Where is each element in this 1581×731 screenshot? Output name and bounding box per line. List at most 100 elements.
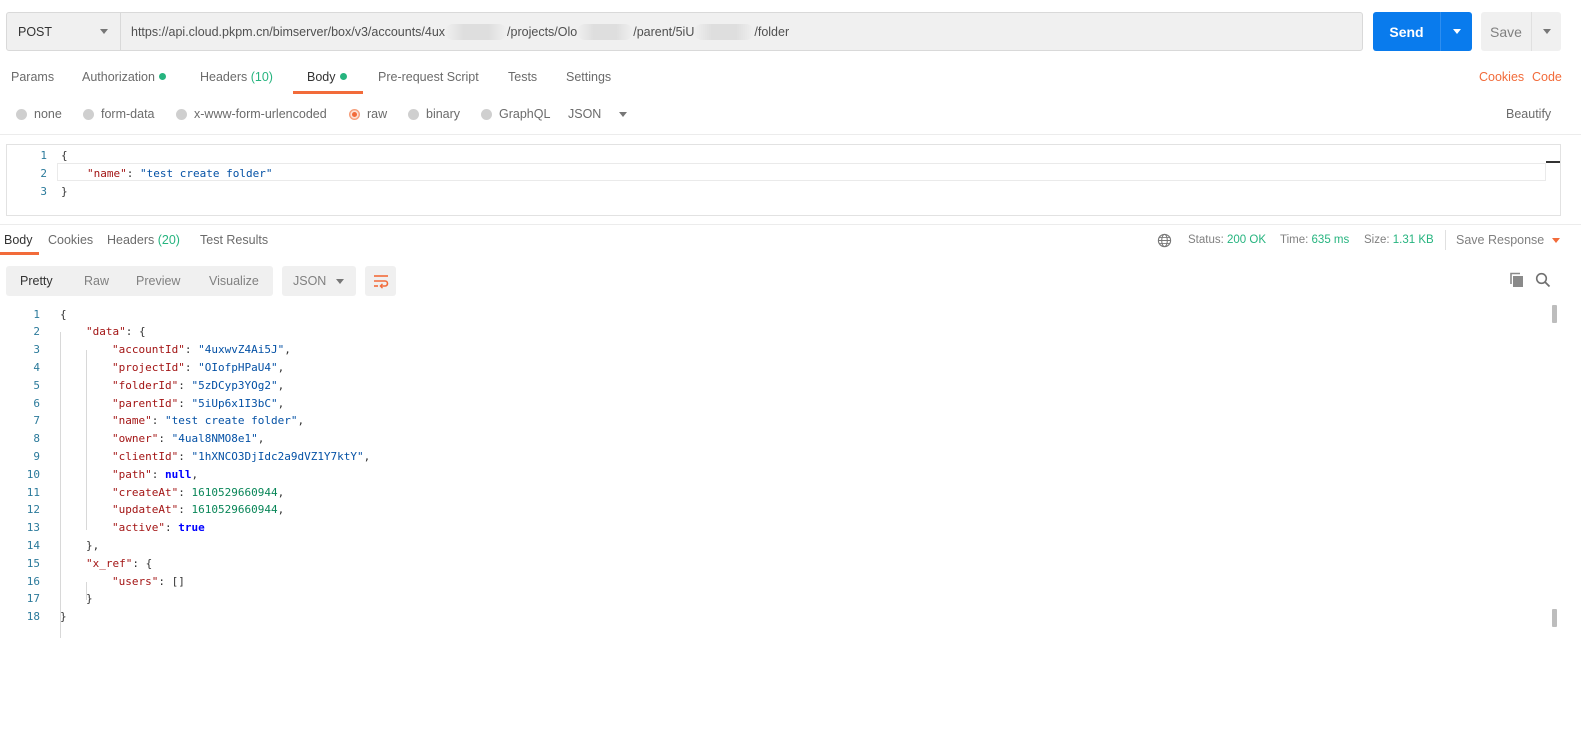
code-line: 14}, bbox=[0, 536, 100, 554]
resp-tab-body[interactable]: Body bbox=[4, 233, 33, 247]
copy-icon[interactable] bbox=[1509, 272, 1525, 291]
tab-settings[interactable]: Settings bbox=[566, 70, 611, 84]
size-value: 1.31 KB bbox=[1392, 234, 1434, 246]
chevron-down-icon bbox=[336, 278, 344, 284]
json-punct: } bbox=[86, 592, 93, 606]
response-language-select[interactable]: JSON bbox=[282, 266, 356, 296]
json-punct: : { bbox=[132, 556, 153, 570]
resp-tab-test-results[interactable]: Test Results bbox=[200, 233, 268, 247]
code-line: 12 "updateAt": 1610529660944, bbox=[0, 501, 284, 519]
resp-tab-cookies[interactable]: Cookies bbox=[48, 233, 93, 247]
format-preview[interactable]: Preview bbox=[136, 274, 180, 288]
radio-graphql[interactable]: GraphQL bbox=[481, 107, 550, 121]
url-input[interactable]: https://api.cloud.pkpm.cn/bimserver/box/… bbox=[121, 23, 790, 40]
tab-tests[interactable]: Tests bbox=[508, 70, 537, 84]
json-punct: : bbox=[164, 521, 179, 535]
tab-params[interactable]: Params bbox=[11, 70, 54, 84]
radio-urlencoded[interactable]: x-www-form-urlencoded bbox=[176, 107, 327, 121]
json-key: "accountId" bbox=[112, 343, 185, 357]
tab-authorization[interactable]: Authorization bbox=[82, 70, 166, 84]
time-label: Time: bbox=[1280, 234, 1309, 246]
tab-prerequest-script[interactable]: Pre-request Script bbox=[378, 70, 479, 84]
line-number: 2 bbox=[33, 325, 40, 339]
json-punct: : [] bbox=[158, 574, 185, 588]
request-url-bar: POST https://api.cloud.pkpm.cn/bimserver… bbox=[6, 12, 1363, 51]
radio-none[interactable]: none bbox=[16, 107, 62, 121]
save-button[interactable]: Save bbox=[1481, 12, 1561, 51]
save-options-button[interactable] bbox=[1531, 12, 1561, 51]
resp-tab-headers[interactable]: Headers (20) bbox=[107, 233, 180, 247]
code-line: 2 "data": { bbox=[0, 323, 145, 341]
line-number: 9 bbox=[33, 449, 40, 463]
active-tab-indicator bbox=[0, 252, 39, 255]
code-line: 13 "active": true bbox=[0, 519, 205, 537]
line-number: 1 bbox=[33, 307, 40, 321]
size-readout: Size: 1.31 KB bbox=[1364, 234, 1434, 246]
code-text: { bbox=[61, 148, 68, 162]
code-line: 15 "x_ref": { bbox=[0, 554, 152, 572]
cookies-link[interactable]: Cookies bbox=[1479, 70, 1524, 84]
format-raw[interactable]: Raw bbox=[84, 274, 109, 288]
json-punct: , bbox=[277, 378, 285, 392]
radio-raw[interactable]: raw bbox=[349, 107, 387, 121]
radio-form-data[interactable]: form-data bbox=[83, 107, 155, 121]
code-text: "clientId": "1hXNCO3DjIdc2a9dVZ1Y7ktY", bbox=[112, 450, 370, 463]
beautify-link[interactable]: Beautify bbox=[1506, 107, 1551, 121]
headers-count: (20) bbox=[157, 233, 180, 247]
json-punct: , bbox=[297, 414, 305, 428]
code-text: "projectId": "OIofpHPaU4", bbox=[112, 361, 284, 374]
json-key: "folderId" bbox=[112, 378, 179, 392]
json-punct: } bbox=[60, 610, 67, 624]
json-key: "active" bbox=[112, 521, 165, 535]
code-text: "parentId": "5iUp6x1I3bC", bbox=[112, 397, 284, 410]
url-segment: /folder bbox=[754, 24, 790, 39]
tab-headers[interactable]: Headers (10) bbox=[200, 70, 273, 84]
code-link[interactable]: Code bbox=[1532, 70, 1562, 84]
json-key: "name" bbox=[87, 166, 127, 180]
code-line: 10 "path": null, bbox=[0, 465, 198, 483]
line-number: 10 bbox=[26, 467, 40, 481]
wrap-lines-icon[interactable] bbox=[365, 266, 396, 296]
code-text: "createAt": 1610529660944, bbox=[112, 486, 284, 499]
code-line: 1 { bbox=[7, 146, 67, 164]
url-segment: /projects/Olo bbox=[507, 24, 578, 39]
redacted-blur bbox=[694, 23, 755, 40]
tab-body[interactable]: Body bbox=[307, 70, 347, 84]
json-key: "createAt" bbox=[112, 485, 179, 499]
radio-circle bbox=[408, 108, 419, 120]
chevron-down-icon bbox=[1542, 29, 1551, 34]
time-value: 635 ms bbox=[1311, 234, 1350, 246]
code-text: }, bbox=[86, 539, 99, 552]
scrollbar-thumb[interactable] bbox=[1552, 609, 1557, 627]
code-line: 1{ bbox=[0, 305, 66, 323]
status-dot bbox=[339, 73, 347, 80]
send-button[interactable]: Send bbox=[1373, 12, 1472, 51]
code-text: } bbox=[60, 610, 67, 623]
method-select[interactable]: POST bbox=[7, 13, 121, 50]
json-punct: , bbox=[257, 432, 265, 446]
request-body-editor[interactable]: 1 { 2 "name": "test create folder" 3 } bbox=[6, 144, 1561, 216]
response-body-viewer[interactable]: 1{2 "data": {3 "accountId": "4uxwvZ4Ai5J",… bbox=[0, 305, 1560, 725]
globe-icon[interactable] bbox=[1157, 233, 1172, 251]
radio-label: GraphQL bbox=[499, 107, 551, 121]
code-text: "folderId": "5zDCyp3YOg2", bbox=[112, 379, 284, 392]
redacted-blur bbox=[577, 23, 634, 40]
json-punct: , bbox=[363, 449, 371, 463]
line-number: 16 bbox=[26, 574, 40, 588]
request-tabs: Params Authorization Headers (10) Body P… bbox=[0, 60, 1581, 96]
line-number: 6 bbox=[33, 396, 40, 410]
code-line: 3 } bbox=[7, 182, 67, 200]
code-text: "owner": "4ual8NMO8e1", bbox=[112, 432, 264, 445]
language-label: JSON bbox=[568, 107, 602, 121]
save-response-button[interactable]: Save Response bbox=[1456, 233, 1561, 247]
format-visualize[interactable]: Visualize bbox=[209, 274, 259, 288]
code-line: 4 "projectId": "OIofpHPaU4", bbox=[0, 358, 284, 376]
radio-binary[interactable]: binary bbox=[408, 107, 460, 121]
send-options-button[interactable] bbox=[1440, 12, 1472, 51]
search-icon[interactable] bbox=[1535, 272, 1551, 291]
json-punct: }, bbox=[86, 538, 100, 552]
radio-label: none bbox=[34, 107, 62, 121]
format-pretty[interactable]: Pretty bbox=[20, 274, 53, 288]
scrollbar-thumb[interactable] bbox=[1552, 305, 1557, 323]
raw-language-select[interactable]: JSON bbox=[568, 107, 628, 121]
